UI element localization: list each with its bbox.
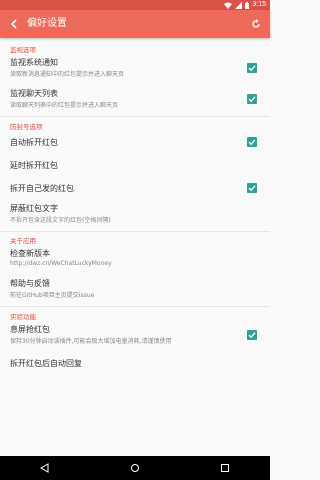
refresh-icon [252, 19, 260, 28]
pref-summary: 前往GitHub项目主页提交issue [10, 292, 95, 299]
checkbox-monitor-chat-list[interactable] [247, 94, 257, 104]
pref-summary: http://dwz.cn/WeChatLuckyMoney [10, 260, 112, 267]
pref-open-own[interactable]: 拆开自己发的红包 [0, 177, 270, 199]
pref-title: 帮助与反馈 [10, 279, 50, 288]
pref-title: 拆开红包后自动回复 [10, 359, 82, 368]
app-bar: 偏好设置 [0, 10, 270, 38]
page-title: 偏好设置 [27, 18, 67, 29]
checkbox-monitor-notification[interactable] [247, 63, 257, 73]
navigation-bar [0, 456, 270, 480]
checkbox-screen-off-grab[interactable] [247, 330, 257, 340]
pref-title: 监视聊天列表 [10, 89, 58, 98]
divider [0, 116, 270, 117]
pref-delay-open[interactable]: 延时拆开红包 [0, 154, 270, 176]
pref-title: 检查新版本 [10, 249, 50, 258]
back-button[interactable] [2, 12, 26, 36]
pref-screen-off-grab[interactable]: 息屏抢红包 保持30分钟启动该插件,可能会极大增加电量消耗,请谨慎使用 [0, 321, 270, 351]
check-icon [248, 332, 256, 339]
check-icon [248, 65, 256, 72]
check-icon [248, 96, 256, 103]
battery-icon [245, 1, 250, 9]
pref-title: 屏蔽红包文字 [10, 204, 58, 213]
settings-list: 监视选项 监视系统通知 读取新消息通知中的红包提示并进入聊天页 监视聊天列表 读… [0, 38, 270, 456]
pref-title: 监视系统通知 [10, 58, 58, 67]
wifi-icon [224, 2, 233, 9]
pref-summary: 不拆开包含这段文字的红包(空格间隔) [10, 217, 111, 224]
status-bar: 3:15 [0, 0, 270, 10]
pref-summary: 保持30分钟启动该插件,可能会极大增加电量消耗,请谨慎使用 [10, 338, 172, 345]
nav-back-button[interactable] [25, 456, 65, 480]
divider [0, 306, 270, 307]
section-title-experimental: 实验功能 [10, 313, 36, 321]
pref-title: 拆开自己发的红包 [10, 184, 74, 193]
checkbox-open-own[interactable] [247, 183, 257, 193]
pref-monitor-notification[interactable]: 监视系统通知 读取新消息通知中的红包提示并进入聊天页 [0, 54, 270, 84]
status-time: 3:15 [252, 1, 266, 8]
divider [0, 231, 270, 232]
nav-back-icon [40, 463, 49, 473]
section-title-about: 关于应用 [10, 237, 36, 245]
pref-monitor-chat-list[interactable]: 监视聊天列表 读取聊天列表中的红包提示并进入聊天页 [0, 85, 270, 115]
pref-auto-reply[interactable]: 拆开红包后自动回复 [0, 352, 270, 374]
nav-home-button[interactable] [115, 456, 155, 480]
pref-help-feedback[interactable]: 帮助与反馈 前往GitHub项目主页提交issue [0, 275, 270, 305]
nav-home-icon [131, 464, 139, 472]
signal-icon [235, 1, 243, 9]
back-arrow-icon [10, 19, 17, 29]
pref-summary: 读取新消息通知中的红包提示并进入聊天页 [10, 71, 125, 78]
nav-recents-button[interactable] [205, 456, 245, 480]
checkbox-auto-open[interactable] [247, 137, 257, 147]
section-title-monitor: 监视选项 [10, 46, 36, 54]
refresh-button[interactable] [246, 14, 266, 34]
pref-summary: 读取聊天列表中的红包提示并进入聊天页 [10, 102, 119, 109]
check-icon [248, 185, 256, 192]
pref-title: 自动拆开红包 [10, 138, 58, 147]
pref-check-update[interactable]: 检查新版本 http://dwz.cn/WeChatLuckyMoney [0, 245, 270, 275]
pref-block-text[interactable]: 屏蔽红包文字 不拆开包含这段文字的红包(空格间隔) [0, 200, 270, 230]
nav-recents-icon [221, 464, 229, 472]
section-title-anti-ban: 防封号选项 [10, 123, 43, 131]
check-icon [248, 139, 256, 146]
pref-title: 息屏抢红包 [10, 325, 50, 334]
pref-title: 延时拆开红包 [10, 161, 58, 170]
pref-auto-open[interactable]: 自动拆开红包 [0, 131, 270, 153]
